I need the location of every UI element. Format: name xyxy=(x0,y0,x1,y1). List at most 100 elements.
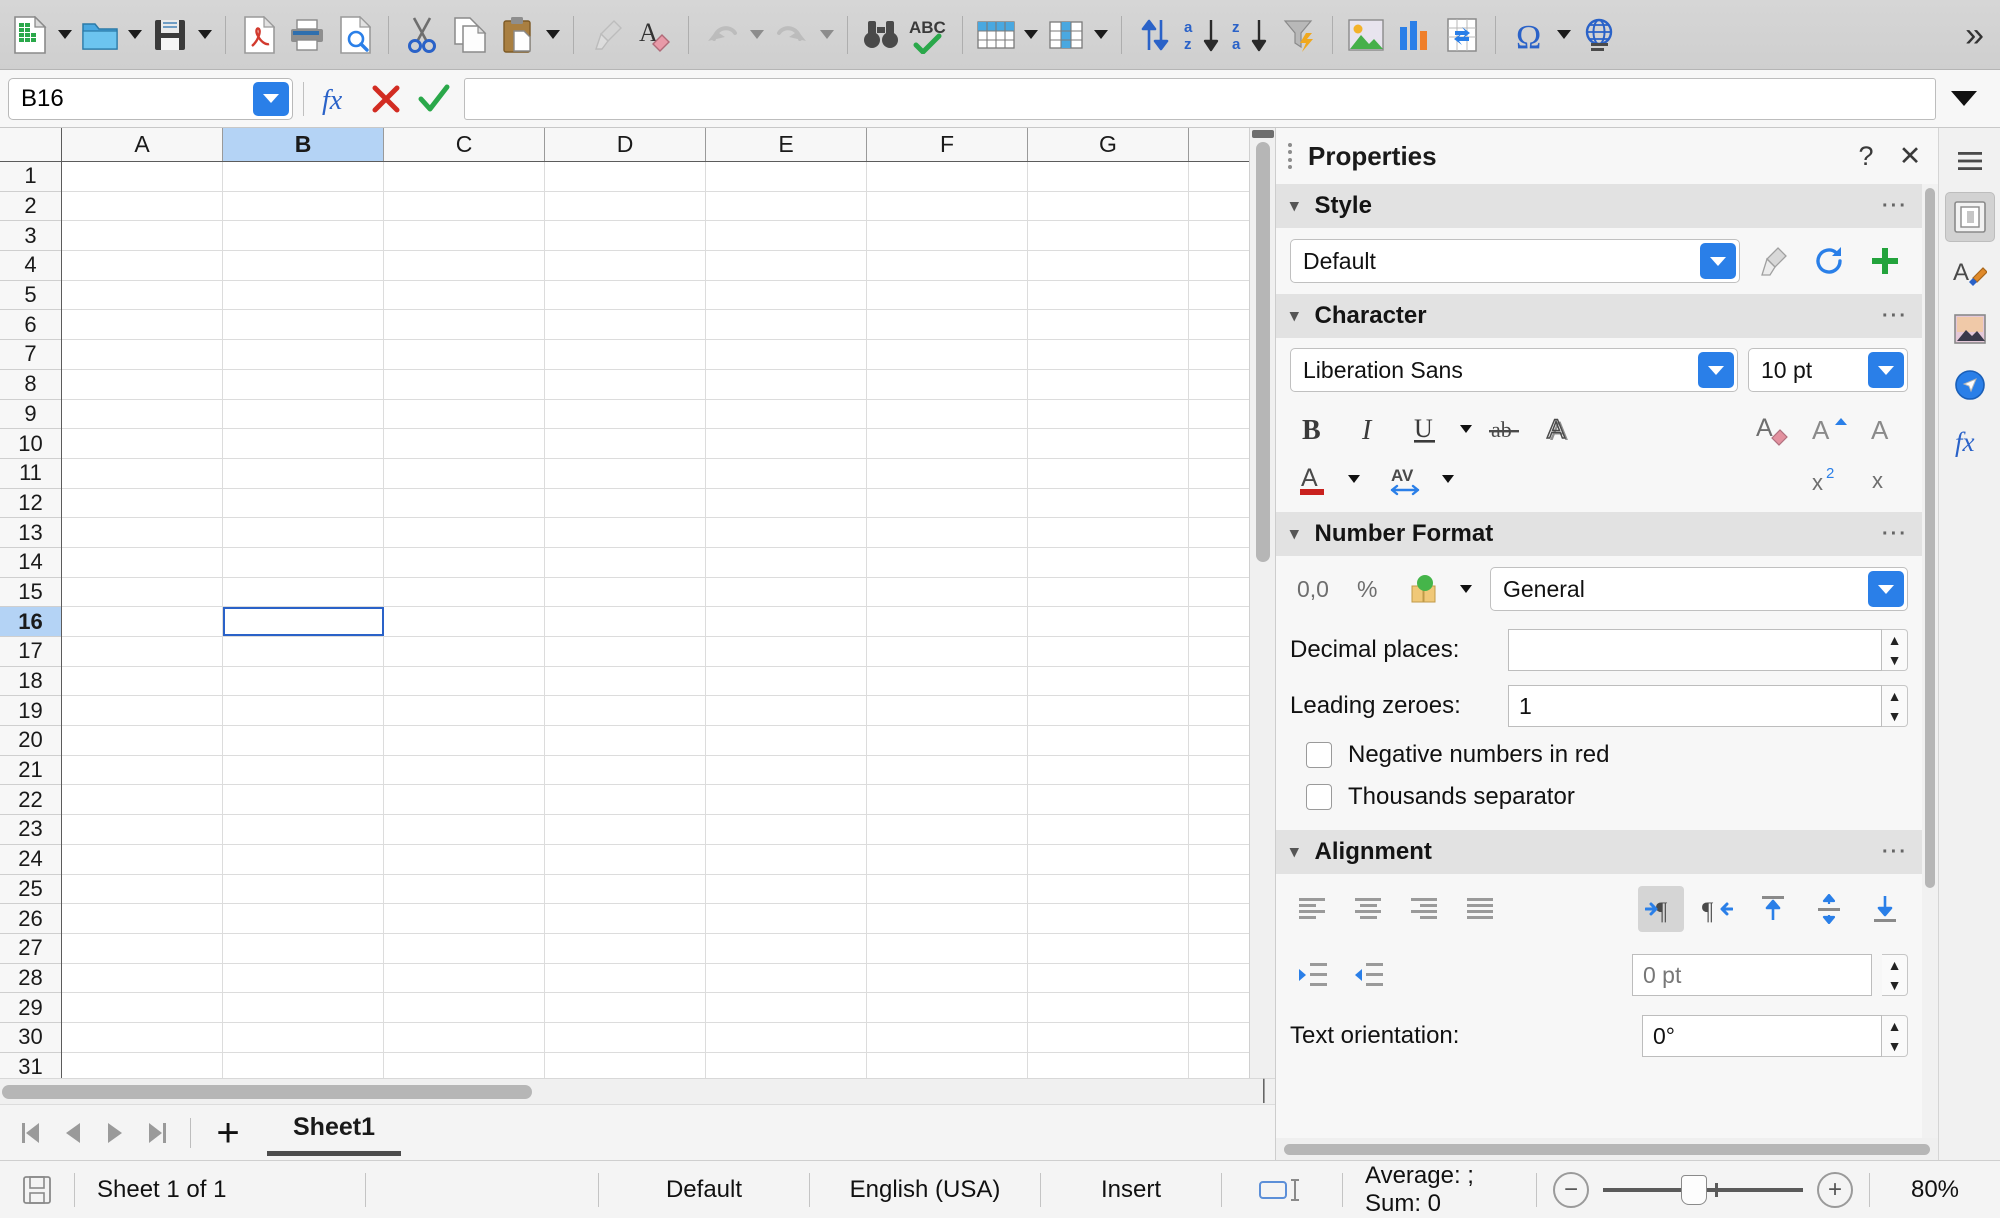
stepper-up-icon[interactable]: ▲ xyxy=(1882,955,1907,975)
decimal-places-field[interactable] xyxy=(1508,629,1882,671)
cell-D21[interactable] xyxy=(545,756,706,785)
cell-C26[interactable] xyxy=(384,904,545,933)
cell-F10[interactable] xyxy=(867,429,1028,458)
panel-more-options-style[interactable]: ··· xyxy=(1882,195,1908,218)
select-all-corner[interactable] xyxy=(0,128,62,161)
cell-F23[interactable] xyxy=(867,815,1028,844)
cell-E5[interactable] xyxy=(706,281,867,310)
panel-header-alignment[interactable]: ▾ Alignment ··· xyxy=(1276,830,1922,874)
cell-F16[interactable] xyxy=(867,607,1028,636)
cell-F20[interactable] xyxy=(867,726,1028,755)
stepper-up-icon[interactable]: ▲ xyxy=(1882,630,1907,650)
cell-A7[interactable] xyxy=(62,340,223,369)
cell-D14[interactable] xyxy=(545,548,706,577)
cell-F24[interactable] xyxy=(867,845,1028,874)
vertical-scrollbar[interactable] xyxy=(1249,128,1275,1078)
font-color-dropdown[interactable] xyxy=(1348,475,1360,483)
shadow-button[interactable]: AA xyxy=(1538,406,1584,452)
cell-B10[interactable] xyxy=(223,429,384,458)
cell-E3[interactable] xyxy=(706,221,867,250)
cell-B24[interactable] xyxy=(223,845,384,874)
cell-E21[interactable] xyxy=(706,756,867,785)
stepper-up-icon[interactable]: ▲ xyxy=(1882,686,1907,706)
row-header-2[interactable]: 2 xyxy=(0,192,61,222)
format-number-button[interactable]: 0,0 xyxy=(1290,566,1336,612)
format-percent-button[interactable]: % xyxy=(1346,566,1392,612)
name-box[interactable]: B16 xyxy=(8,78,293,120)
cell-A25[interactable] xyxy=(62,875,223,904)
clone-formatting-button[interactable] xyxy=(583,8,631,62)
new-style-button[interactable] xyxy=(1862,238,1908,284)
font-name-combo[interactable]: Liberation Sans xyxy=(1290,348,1738,392)
cell-A4[interactable] xyxy=(62,251,223,280)
cell-E23[interactable] xyxy=(706,815,867,844)
cell-G1[interactable] xyxy=(1028,162,1189,191)
sheet-tab-sheet1[interactable]: Sheet1 xyxy=(267,1109,401,1156)
cell-E22[interactable] xyxy=(706,785,867,814)
row-header-29[interactable]: 29 xyxy=(0,993,61,1023)
right-to-left-button[interactable]: ¶ xyxy=(1694,886,1740,932)
cell-A31[interactable] xyxy=(62,1053,223,1078)
cell-G10[interactable] xyxy=(1028,429,1189,458)
add-sheet-button[interactable]: + xyxy=(203,1112,253,1154)
update-style-button[interactable] xyxy=(1806,238,1852,284)
cell-G23[interactable] xyxy=(1028,815,1189,844)
insert-chart-button[interactable] xyxy=(1390,8,1438,62)
cell-D9[interactable] xyxy=(545,400,706,429)
cell-G29[interactable] xyxy=(1028,993,1189,1022)
cell-F22[interactable] xyxy=(867,785,1028,814)
cell-A23[interactable] xyxy=(62,815,223,844)
formula-input[interactable] xyxy=(464,78,1936,120)
cut-button[interactable] xyxy=(398,8,446,62)
row-header-18[interactable]: 18 xyxy=(0,667,61,697)
cell-grid[interactable] xyxy=(62,162,1249,1078)
cell-F27[interactable] xyxy=(867,934,1028,963)
cell-E1[interactable] xyxy=(706,162,867,191)
save-dropdown[interactable] xyxy=(194,8,216,62)
cell-C27[interactable] xyxy=(384,934,545,963)
toolbar-overflow-button[interactable]: » xyxy=(1955,18,1994,52)
expand-formula-bar-button[interactable] xyxy=(1936,75,1992,123)
cell-D7[interactable] xyxy=(545,340,706,369)
cell-E2[interactable] xyxy=(706,192,867,221)
cell-E25[interactable] xyxy=(706,875,867,904)
cell-F1[interactable] xyxy=(867,162,1028,191)
cell-D13[interactable] xyxy=(545,518,706,547)
row-header-1[interactable]: 1 xyxy=(0,162,61,192)
cell-C13[interactable] xyxy=(384,518,545,547)
cell-G2[interactable] xyxy=(1028,192,1189,221)
zoom-level-status[interactable]: 80% xyxy=(1870,1161,2000,1218)
next-sheet-button[interactable] xyxy=(94,1112,136,1154)
row-header-12[interactable]: 12 xyxy=(0,489,61,519)
autofilter-button[interactable] xyxy=(1275,8,1323,62)
cell-A26[interactable] xyxy=(62,904,223,933)
cell-B30[interactable] xyxy=(223,1023,384,1052)
cell-G19[interactable] xyxy=(1028,696,1189,725)
cell-E4[interactable] xyxy=(706,251,867,280)
print-button[interactable] xyxy=(283,8,331,62)
column-header-c[interactable]: C xyxy=(384,128,545,161)
cell-B14[interactable] xyxy=(223,548,384,577)
cell-D18[interactable] xyxy=(545,667,706,696)
panel-more-options-number-format[interactable]: ··· xyxy=(1882,523,1908,546)
paste-button[interactable] xyxy=(494,8,542,62)
cell-F7[interactable] xyxy=(867,340,1028,369)
cell-style-combo[interactable]: Default xyxy=(1290,239,1740,283)
row-header-31[interactable]: 31 xyxy=(0,1053,61,1078)
open-button[interactable] xyxy=(76,8,124,62)
cell-C28[interactable] xyxy=(384,964,545,993)
font-name-dropdown-button[interactable] xyxy=(1698,352,1734,388)
zoom-slider[interactable]: − + xyxy=(1537,1172,1869,1208)
paste-dropdown[interactable] xyxy=(542,8,564,62)
sidebar-tab-gallery[interactable] xyxy=(1945,304,1995,354)
sidebar-tab-styles[interactable]: A xyxy=(1945,248,1995,298)
row-header-7[interactable]: 7 xyxy=(0,340,61,370)
insert-image-button[interactable] xyxy=(1342,8,1390,62)
name-box-dropdown-button[interactable] xyxy=(253,82,289,116)
cell-A14[interactable] xyxy=(62,548,223,577)
cell-C30[interactable] xyxy=(384,1023,545,1052)
cell-F11[interactable] xyxy=(867,459,1028,488)
cell-A11[interactable] xyxy=(62,459,223,488)
cell-G7[interactable] xyxy=(1028,340,1189,369)
redo-dropdown[interactable] xyxy=(816,8,838,62)
